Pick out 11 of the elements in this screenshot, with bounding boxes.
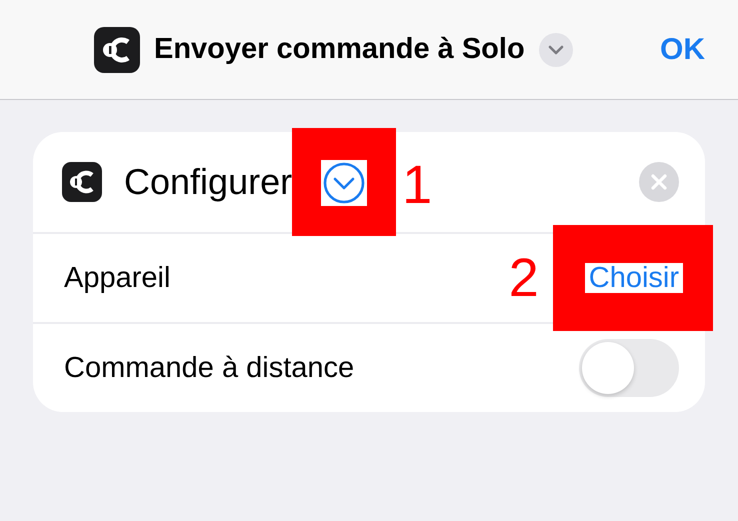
parameter-label: Appareil	[64, 262, 170, 294]
parameter-label: Commande à distance	[64, 352, 354, 384]
shortcut-title: Envoyer commande à Solo	[154, 33, 525, 66]
app-icon	[62, 162, 102, 202]
chevron-circle-icon[interactable]	[321, 160, 368, 206]
annotation-number: 2	[508, 251, 539, 305]
ok-button[interactable]: OK	[660, 32, 705, 66]
chevron-down-icon[interactable]	[538, 32, 573, 66]
annotation-number: 1	[402, 158, 432, 212]
app-icon	[94, 26, 140, 72]
action-title: Configurer	[124, 161, 292, 203]
